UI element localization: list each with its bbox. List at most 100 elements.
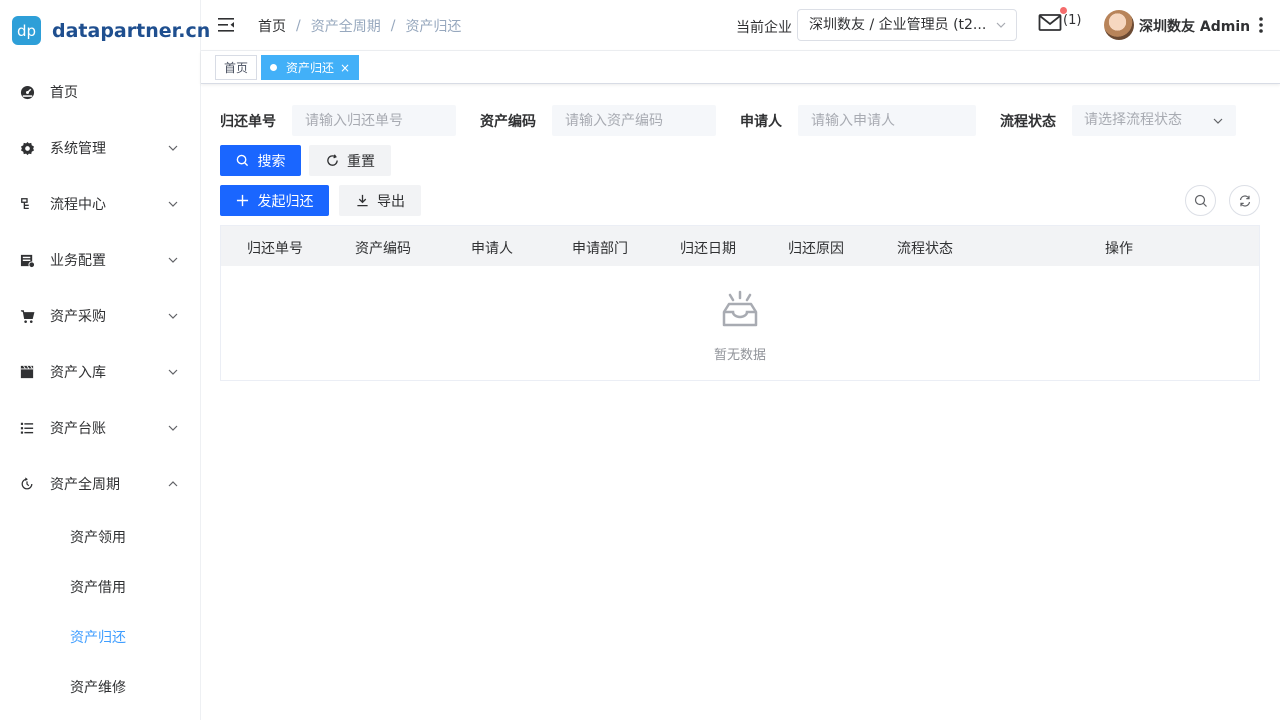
sidebar-subitem-repair[interactable]: 资产维修 bbox=[0, 662, 200, 712]
breadcrumb-lifecycle: 资产全周期 bbox=[310, 19, 381, 35]
sidebar-item-procurement[interactable]: 资产采购 bbox=[0, 288, 200, 344]
close-icon[interactable]: × bbox=[340, 61, 350, 75]
sidebar-item-label: 资产入库 bbox=[50, 365, 106, 381]
table-header: 归还单号 资产编码 申请人 申请部门 归还日期 归还原因 流程状态 操作 bbox=[221, 226, 1259, 266]
sidebar-subitem-label: 资产归还 bbox=[70, 630, 126, 646]
refresh-icon bbox=[1239, 194, 1250, 207]
sidebar-item-lifecycle[interactable]: 资产全周期 bbox=[0, 456, 200, 512]
sidebar-subitem-label: 资产领用 bbox=[70, 530, 126, 546]
chevron-down-icon bbox=[168, 201, 178, 207]
column-header: 归还原因 bbox=[788, 241, 844, 257]
tab-home[interactable]: 首页 bbox=[215, 55, 258, 80]
status-label: 流程状态 bbox=[1000, 114, 1056, 130]
sidebar-item-warehousing[interactable]: 资产入库 bbox=[0, 344, 200, 400]
avatar[interactable] bbox=[1104, 10, 1134, 40]
chevron-down-icon bbox=[168, 313, 178, 319]
column-header: 操作 bbox=[1105, 241, 1133, 257]
status-select-placeholder: 请选择流程状态 bbox=[1084, 112, 1182, 128]
sidebar-item-ledger[interactable]: 资产台账 bbox=[0, 400, 200, 456]
sidebar-item-label: 系统管理 bbox=[50, 141, 106, 157]
user-name[interactable]: 深圳数友 Admin bbox=[1139, 16, 1250, 36]
sidebar-item-home[interactable]: 首页 bbox=[0, 64, 200, 120]
reset-button-label: 重置 bbox=[347, 153, 375, 170]
active-dot bbox=[270, 64, 277, 71]
breadcrumb-home[interactable]: 首页 bbox=[258, 16, 286, 36]
breadcrumb: 首页 / 资产全周期 / 资产归还 bbox=[258, 16, 461, 36]
chevron-down-icon bbox=[1213, 118, 1223, 124]
column-header: 归还日期 bbox=[680, 241, 736, 257]
sidebar-item-label: 流程中心 bbox=[50, 197, 106, 213]
lifecycle-icon bbox=[19, 476, 35, 492]
gear-icon bbox=[19, 140, 35, 156]
asset-code-input[interactable] bbox=[552, 105, 716, 136]
chevron-up-icon bbox=[168, 481, 178, 487]
sidebar-item-label: 资产全周期 bbox=[50, 477, 120, 493]
column-header: 流程状态 bbox=[897, 241, 953, 257]
download-icon bbox=[355, 194, 369, 208]
search-button[interactable]: 搜索 bbox=[220, 145, 301, 176]
create-return-button-label: 发起归还 bbox=[257, 193, 314, 210]
return-no-label: 归还单号 bbox=[220, 114, 276, 130]
menu-fold-icon[interactable] bbox=[217, 16, 235, 34]
column-header: 资产编码 bbox=[355, 241, 411, 257]
company-label: 当前企业 bbox=[736, 20, 792, 36]
sidebar-subitem-label: 资产维修 bbox=[70, 680, 126, 696]
search-icon bbox=[236, 154, 250, 168]
sidebar-subitem-receive[interactable]: 资产领用 bbox=[0, 512, 200, 562]
return-no-input[interactable] bbox=[292, 105, 456, 136]
list-icon bbox=[19, 420, 35, 436]
sidebar-item-flow[interactable]: 流程中心 bbox=[0, 176, 200, 232]
chevron-down-icon bbox=[996, 22, 1006, 28]
empty-state: 暂无数据 bbox=[221, 266, 1259, 380]
tab-label: 资产归还 bbox=[286, 61, 335, 75]
search-button-label: 搜索 bbox=[257, 153, 286, 170]
tab-label: 首页 bbox=[224, 61, 249, 75]
reset-button[interactable]: 重置 bbox=[309, 145, 391, 176]
sidebar-item-label: 业务配置 bbox=[50, 253, 106, 269]
config-icon bbox=[19, 252, 35, 268]
flow-icon bbox=[19, 196, 35, 212]
asset-code-label: 资产编码 bbox=[480, 114, 536, 130]
refresh-icon bbox=[325, 154, 339, 168]
sidebar-item-business-config[interactable]: 业务配置 bbox=[0, 232, 200, 288]
export-button[interactable]: 导出 bbox=[339, 185, 421, 216]
logo-text: datapartner.cn bbox=[52, 19, 211, 42]
cart-icon bbox=[19, 308, 35, 324]
search-icon bbox=[1194, 194, 1207, 207]
company-select[interactable]: 深圳数友 / 企业管理员 (t2... bbox=[797, 9, 1017, 41]
empty-inbox-icon bbox=[722, 290, 758, 327]
logo[interactable]: dp datapartner.cn bbox=[12, 16, 210, 45]
chevron-down-icon bbox=[168, 425, 178, 431]
chevron-down-icon bbox=[168, 369, 178, 375]
topbar: 首页 / 资产全周期 / 资产归还 当前企业 深圳数友 / 企业管理员 (t2.… bbox=[201, 0, 1280, 51]
logo-badge: dp bbox=[12, 16, 41, 45]
breadcrumb-separator: / bbox=[296, 18, 301, 34]
mail-icon[interactable] bbox=[1038, 12, 1062, 34]
data-table: 归还单号 资产编码 申请人 申请部门 归还日期 归还原因 流程状态 操作 暂无数… bbox=[220, 225, 1260, 381]
applicant-input[interactable] bbox=[798, 105, 976, 136]
empty-text: 暂无数据 bbox=[713, 348, 766, 363]
sidebar-subitem-borrow[interactable]: 资产借用 bbox=[0, 562, 200, 612]
applicant-label: 申请人 bbox=[740, 114, 782, 130]
sidebar-subitem-label: 资产借用 bbox=[70, 580, 126, 596]
sidebar-item-label: 首页 bbox=[50, 85, 78, 101]
clapper-icon bbox=[19, 364, 35, 380]
status-select[interactable]: 请选择流程状态 bbox=[1072, 105, 1236, 136]
create-return-button[interactable]: 发起归还 bbox=[220, 185, 329, 216]
export-button-label: 导出 bbox=[377, 193, 405, 210]
chevron-down-icon bbox=[168, 257, 178, 263]
toggle-search-button[interactable] bbox=[1185, 185, 1216, 216]
mail-count: (1) bbox=[1063, 13, 1082, 28]
sidebar-item-system[interactable]: 系统管理 bbox=[0, 120, 200, 176]
sidebar-item-label: 资产采购 bbox=[50, 309, 106, 325]
sidebar-subitem-return[interactable]: 资产归还 bbox=[0, 612, 200, 662]
refresh-table-button[interactable] bbox=[1229, 185, 1260, 216]
tags-view: 首页 资产归还 × bbox=[201, 51, 1280, 84]
column-header: 申请部门 bbox=[572, 241, 628, 257]
column-header: 归还单号 bbox=[247, 241, 303, 257]
breadcrumb-separator: / bbox=[390, 18, 396, 34]
breadcrumb-current: 资产归还 bbox=[405, 19, 462, 35]
company-select-value: 深圳数友 / 企业管理员 (t2... bbox=[809, 17, 987, 33]
tab-asset-return[interactable]: 资产归还 × bbox=[261, 55, 360, 80]
more-vertical-icon[interactable] bbox=[1258, 15, 1264, 35]
